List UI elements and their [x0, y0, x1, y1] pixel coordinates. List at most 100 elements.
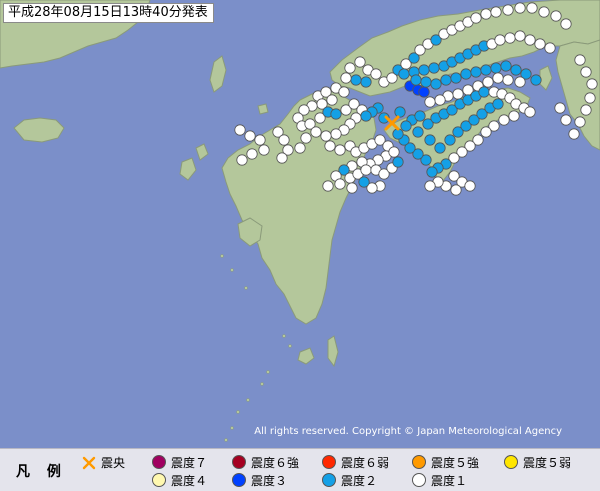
station-marker-intensity-1 — [574, 54, 586, 66]
station-marker-intensity-1 — [324, 140, 336, 152]
islet — [220, 254, 224, 258]
station-marker-intensity-1 — [234, 124, 246, 136]
station-marker-intensity-2 — [424, 134, 436, 146]
station-marker-intensity-1 — [502, 4, 514, 16]
station-marker-intensity-2 — [430, 78, 442, 90]
station-marker-intensity-1 — [480, 126, 492, 138]
station-marker-intensity-1 — [498, 114, 510, 126]
legend-item-intensity-3: 震度３ — [232, 471, 287, 489]
station-marker-intensity-1 — [538, 6, 550, 18]
legend-item-intensity-5-upper: 震度５強 — [412, 453, 479, 471]
legend-item-intensity-6-lower: 震度６弱 — [322, 453, 389, 471]
station-marker-intensity-2 — [530, 74, 542, 86]
station-marker-intensity-1 — [494, 34, 506, 46]
station-marker-intensity-1 — [326, 94, 338, 106]
station-marker-intensity-1 — [340, 72, 352, 84]
station-marker-intensity-1 — [300, 132, 312, 144]
station-marker-intensity-1 — [344, 62, 356, 74]
legend-label: 震度３ — [251, 473, 288, 488]
station-marker-intensity-1 — [560, 114, 572, 126]
station-marker-intensity-1 — [450, 184, 462, 196]
station-marker-intensity-2 — [330, 108, 342, 120]
station-marker-intensity-1 — [490, 6, 502, 18]
station-marker-intensity-1 — [276, 152, 288, 164]
legend-item-intensity-7: 震度７ — [152, 453, 207, 471]
land-iki — [257, 103, 269, 115]
intensity-5-lower-dot-icon — [504, 455, 518, 469]
station-marker-intensity-2 — [428, 62, 440, 74]
station-marker-intensity-1 — [334, 178, 346, 190]
legend-item-intensity-1: 震度１ — [412, 471, 467, 489]
station-marker-intensity-1 — [504, 32, 516, 44]
legend-label: 震度１ — [431, 473, 468, 488]
station-marker-intensity-2 — [492, 98, 504, 110]
station-marker-intensity-1 — [514, 30, 526, 42]
station-marker-intensity-2 — [418, 64, 430, 76]
islet — [266, 370, 270, 374]
station-marker-intensity-1 — [544, 42, 556, 54]
islet — [282, 334, 286, 338]
station-marker-intensity-1 — [480, 8, 492, 20]
legend-title: 凡 例 — [16, 464, 67, 480]
station-marker-intensity-2 — [398, 68, 410, 80]
station-marker-intensity-2 — [360, 76, 372, 88]
station-marker-intensity-1 — [584, 92, 596, 104]
station-marker-intensity-1 — [244, 130, 256, 142]
islet — [230, 268, 234, 272]
legend-label: 震度６弱 — [341, 455, 390, 470]
intensity-4-dot-icon — [152, 473, 166, 487]
station-marker-intensity-1 — [508, 110, 520, 122]
station-marker-intensity-3 — [418, 86, 430, 98]
intensity-6-lower-dot-icon — [322, 455, 336, 469]
station-marker-intensity-1 — [568, 128, 580, 140]
legend-label: 震度５強 — [431, 455, 480, 470]
station-marker-intensity-1 — [294, 142, 306, 154]
station-marker-intensity-1 — [236, 154, 248, 166]
intensity-5-upper-dot-icon — [412, 455, 426, 469]
station-marker-intensity-2 — [426, 166, 438, 178]
intensity-2-dot-icon — [322, 473, 336, 487]
station-marker-intensity-1 — [514, 76, 526, 88]
intensity-7-dot-icon — [152, 455, 166, 469]
station-marker-intensity-2 — [460, 68, 472, 80]
legend-label: 震度６強 — [251, 455, 300, 470]
legend-item-intensity-5-lower: 震度５弱 — [504, 453, 571, 471]
station-marker-intensity-1 — [388, 146, 400, 158]
station-marker-intensity-2 — [410, 74, 422, 86]
station-marker-intensity-1 — [320, 130, 332, 142]
station-marker-intensity-1 — [550, 10, 562, 22]
islet — [260, 382, 264, 386]
station-marker-intensity-2 — [490, 62, 502, 74]
station-marker-intensity-1 — [434, 94, 446, 106]
station-marker-intensity-1 — [524, 106, 536, 118]
intensity-3-dot-icon — [232, 473, 246, 487]
station-marker-intensity-1 — [254, 134, 266, 146]
copyright-text: All rights reserved. Copyright © Japan M… — [254, 426, 562, 437]
legend-label: 震度７ — [171, 455, 208, 470]
station-marker-intensity-2 — [510, 64, 522, 76]
legend-item-intensity-4: 震度４ — [152, 471, 207, 489]
station-marker-intensity-1 — [560, 18, 572, 30]
station-marker-intensity-1 — [586, 78, 598, 90]
islet — [236, 410, 240, 414]
station-marker-intensity-1 — [278, 134, 290, 146]
station-marker-intensity-2 — [420, 76, 432, 88]
station-marker-intensity-1 — [534, 38, 546, 50]
station-marker-intensity-1 — [360, 164, 372, 176]
station-marker-intensity-1 — [526, 2, 538, 14]
legend-item-intensity-6-upper: 震度６強 — [232, 453, 299, 471]
station-marker-intensity-2 — [500, 60, 512, 72]
station-marker-intensity-1 — [338, 86, 350, 98]
legend-item-epicenter: 震央 — [82, 453, 125, 471]
intensity-6-upper-dot-icon — [232, 455, 246, 469]
legend-label: 震央 — [101, 455, 126, 470]
islet — [244, 286, 248, 290]
station-marker-intensity-1 — [482, 76, 494, 88]
station-marker-intensity-1 — [524, 34, 536, 46]
station-marker-intensity-1 — [554, 102, 566, 114]
station-marker-intensity-1 — [424, 96, 436, 108]
cross-icon — [82, 455, 96, 470]
legend-label: 震度５弱 — [523, 455, 572, 470]
station-marker-intensity-2 — [478, 86, 490, 98]
station-marker-intensity-2 — [444, 134, 456, 146]
